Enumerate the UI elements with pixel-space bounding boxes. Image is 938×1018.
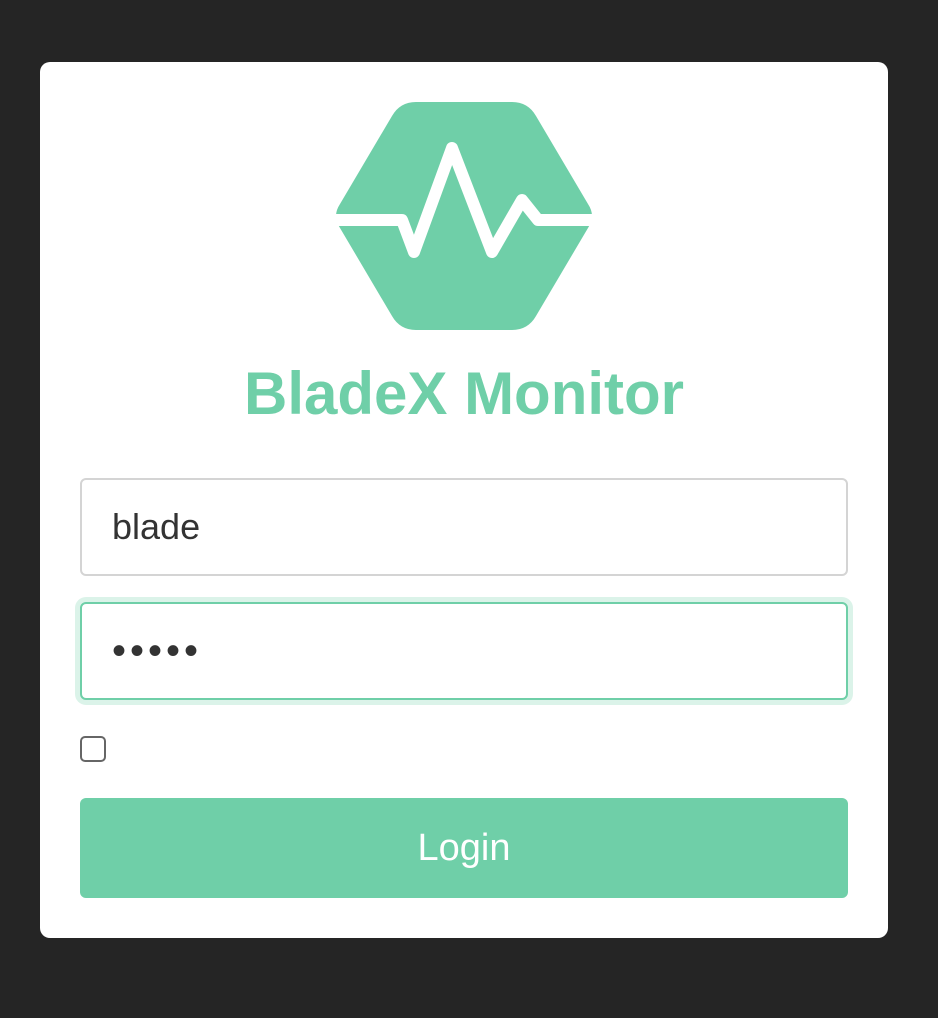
username-input[interactable] [80, 478, 848, 576]
heartbeat-hexagon-icon [336, 102, 592, 330]
remember-me-checkbox[interactable] [80, 736, 106, 762]
app-title: BladeX Monitor [243, 360, 684, 427]
login-card: BladeX Monitor ••••• Login [40, 62, 888, 938]
login-button[interactable]: Login [80, 798, 848, 898]
password-input[interactable]: ••••• [80, 602, 848, 700]
